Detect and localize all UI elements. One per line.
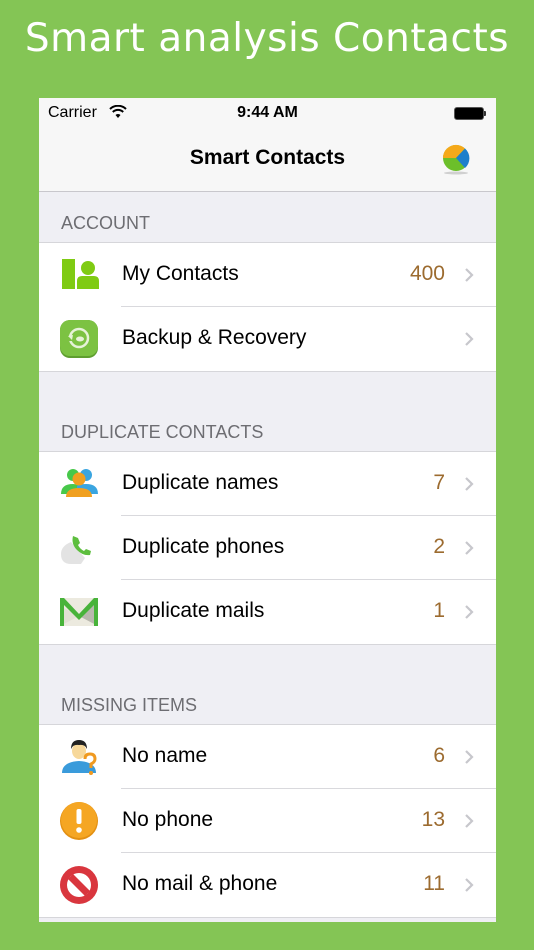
row-label: My Contacts <box>122 262 239 285</box>
section-header-missing-items: MISSING ITEMS <box>39 644 496 725</box>
section-missing-items: No name 6 No phone 13 No mail & phone 11 <box>39 725 496 917</box>
settings-list: ACCOUNT My Contacts 400 Backup & Recover… <box>39 192 496 922</box>
row-duplicate-phones[interactable]: Duplicate phones 2 <box>39 516 496 580</box>
row-label: Duplicate phones <box>122 535 285 558</box>
backup-recovery-icon <box>60 320 98 358</box>
row-no-name[interactable]: No name 6 <box>39 725 496 789</box>
row-count: 400 <box>409 262 445 285</box>
section-account: My Contacts 400 Backup & Recovery <box>39 243 496 371</box>
row-backup-recovery[interactable]: Backup & Recovery <box>39 307 496 371</box>
pie-chart-icon[interactable] <box>439 142 473 176</box>
mail-icon <box>60 598 98 626</box>
section-title: ACCOUNT <box>61 213 150 233</box>
section-duplicate-contacts: Duplicate names 7 Duplicate phones 2 Dup… <box>39 452 496 644</box>
chevron-right-icon <box>465 605 474 619</box>
row-count: 11 <box>423 872 445 895</box>
row-my-contacts[interactable]: My Contacts 400 <box>39 243 496 307</box>
navigation-bar: Smart Contacts <box>39 128 496 192</box>
row-label: Backup & Recovery <box>122 326 307 349</box>
chevron-right-icon <box>465 477 474 491</box>
section-title: MISSING ITEMS <box>61 695 198 715</box>
row-label: No phone <box>122 808 214 831</box>
unknown-user-icon <box>62 740 97 775</box>
row-no-mail-phone[interactable]: No mail & phone 11 <box>39 853 496 917</box>
battery-icon <box>454 107 486 120</box>
row-label: Duplicate mails <box>122 599 265 622</box>
list-footer <box>39 917 496 922</box>
row-label: Duplicate names <box>122 471 279 494</box>
section-header-account: ACCOUNT <box>39 192 496 243</box>
status-bar: Carrier 9:44 AM <box>39 98 496 128</box>
chevron-right-icon <box>465 541 474 555</box>
chevron-right-icon <box>465 268 474 282</box>
contacts-book-icon <box>62 259 99 289</box>
phone-screen: Carrier 9:44 AM Smart Contacts ACCOUNT M… <box>39 98 496 922</box>
status-time: 9:44 AM <box>237 104 298 121</box>
row-count: 2 <box>433 535 445 558</box>
section-header-duplicate-contacts: DUPLICATE CONTACTS <box>39 371 496 452</box>
chevron-right-icon <box>465 332 474 346</box>
nav-title: Smart Contacts <box>189 146 346 169</box>
row-count: 6 <box>433 744 445 767</box>
row-count: 1 <box>433 599 445 622</box>
row-count: 13 <box>421 808 445 831</box>
chevron-right-icon <box>465 750 474 764</box>
chevron-right-icon <box>465 878 474 892</box>
chevron-right-icon <box>465 814 474 828</box>
row-duplicate-mails[interactable]: Duplicate mails 1 <box>39 580 496 644</box>
row-count: 7 <box>433 471 445 494</box>
row-duplicate-names[interactable]: Duplicate names 7 <box>39 452 496 516</box>
row-label: No name <box>122 744 208 767</box>
row-label: No mail & phone <box>122 872 278 895</box>
row-no-phone[interactable]: No phone 13 <box>39 789 496 853</box>
promo-title: Smart analysis Contacts <box>24 16 510 61</box>
phone-icon <box>61 536 91 564</box>
prohibited-icon <box>60 866 98 904</box>
duplicate-users-icon <box>61 469 98 497</box>
section-title: DUPLICATE CONTACTS <box>61 422 264 442</box>
warning-icon <box>60 802 98 840</box>
